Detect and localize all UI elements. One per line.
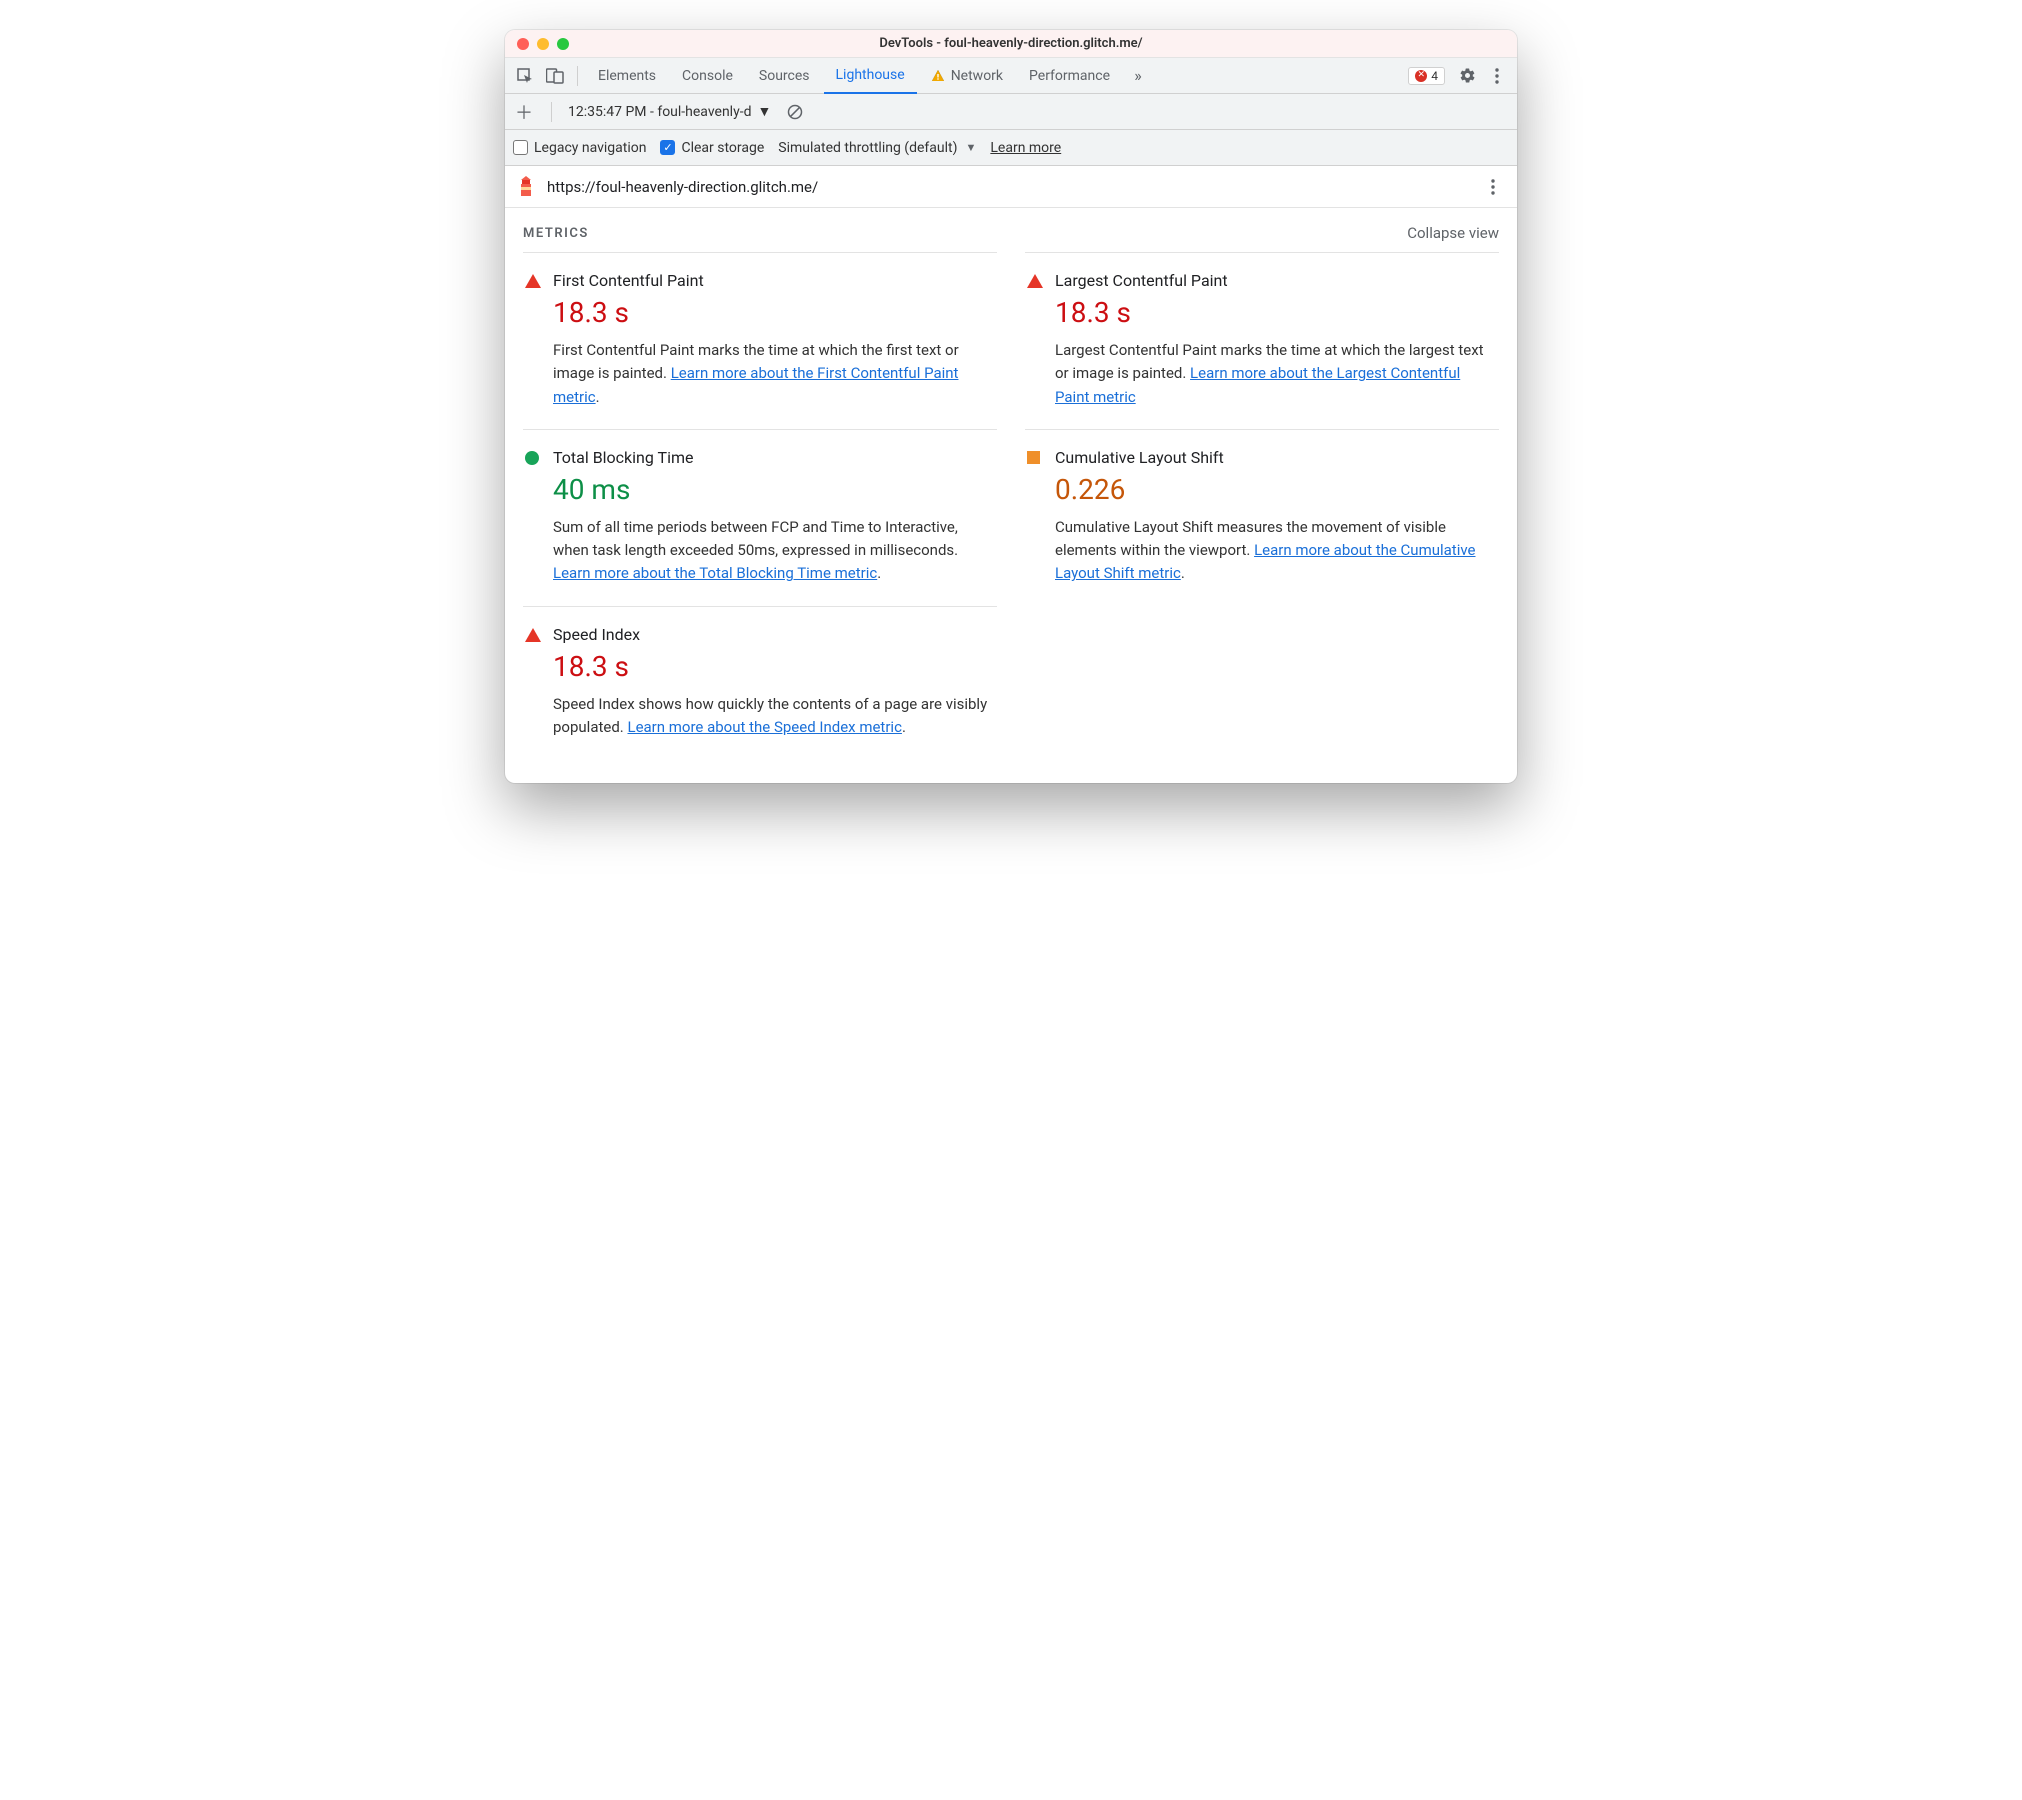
learn-more-link[interactable]: Learn more about the Cumulative Layout S… bbox=[1055, 541, 1476, 582]
report-menu-icon[interactable] bbox=[1479, 173, 1507, 201]
metric-title: Speed Index bbox=[553, 625, 995, 644]
device-toggle-icon[interactable] bbox=[541, 62, 569, 90]
collapse-view-button[interactable]: Collapse view bbox=[1407, 224, 1499, 242]
tab-label: Lighthouse bbox=[836, 67, 905, 83]
metric-value: 18.3 s bbox=[553, 650, 995, 683]
status-red-icon bbox=[525, 628, 541, 644]
metric-title: First Contentful Paint bbox=[553, 271, 995, 290]
metric-description: Sum of all time periods between FCP and … bbox=[553, 516, 995, 586]
throttle-label: Simulated throttling (default) bbox=[778, 140, 957, 156]
more-tabs-icon[interactable]: » bbox=[1124, 62, 1152, 90]
report-label: 12:35:47 PM - foul-heavenly-d bbox=[568, 104, 751, 120]
metric-description: First Contentful Paint marks the time at… bbox=[553, 339, 995, 409]
checkbox-label: Legacy navigation bbox=[534, 140, 646, 156]
kebab-menu-icon[interactable] bbox=[1483, 62, 1511, 90]
error-count-badge[interactable]: ✕ 4 bbox=[1408, 67, 1445, 85]
tab-network[interactable]: Network bbox=[919, 58, 1015, 93]
metric-title: Largest Contentful Paint bbox=[1055, 271, 1497, 290]
metrics-section: METRICS Collapse view First Contentful P… bbox=[505, 208, 1517, 783]
metric-body: Cumulative Layout Shift 0.226 Cumulative… bbox=[1055, 448, 1497, 586]
settings-gear-icon[interactable] bbox=[1453, 62, 1481, 90]
metric-value: 18.3 s bbox=[1055, 296, 1497, 329]
inspect-element-icon[interactable] bbox=[511, 62, 539, 90]
chevron-down-icon: ▼ bbox=[757, 103, 771, 120]
metric-card: Total Blocking Time 40 ms Sum of all tim… bbox=[523, 429, 997, 606]
tab-sources[interactable]: Sources bbox=[747, 58, 822, 93]
status-green-icon bbox=[525, 451, 541, 467]
devtools-tabs: Elements Console Sources Lighthouse Netw… bbox=[505, 58, 1517, 94]
warning-icon bbox=[931, 69, 945, 83]
traffic-lights bbox=[505, 38, 569, 50]
tab-elements[interactable]: Elements bbox=[586, 58, 668, 93]
status-orange-icon bbox=[1027, 451, 1043, 467]
metric-body: Total Blocking Time 40 ms Sum of all tim… bbox=[553, 448, 995, 586]
metrics-header: METRICS Collapse view bbox=[523, 224, 1499, 252]
metric-title: Cumulative Layout Shift bbox=[1055, 448, 1497, 467]
metric-description: Speed Index shows how quickly the conten… bbox=[553, 693, 995, 740]
minimize-window-button[interactable] bbox=[537, 38, 549, 50]
metrics-grid: First Contentful Paint 18.3 s First Cont… bbox=[523, 252, 1499, 759]
url-bar: https://foul-heavenly-direction.glitch.m… bbox=[505, 166, 1517, 208]
tab-console[interactable]: Console bbox=[670, 58, 745, 93]
report-selector[interactable]: 12:35:47 PM - foul-heavenly-d ▼ bbox=[568, 103, 771, 120]
devtools-window: DevTools - foul-heavenly-direction.glitc… bbox=[505, 30, 1517, 783]
metric-body: Largest Contentful Paint 18.3 s Largest … bbox=[1055, 271, 1497, 409]
learn-more-link[interactable]: Learn more about the Largest Contentful … bbox=[1055, 364, 1460, 405]
tab-label: Network bbox=[951, 68, 1003, 84]
tab-label: Sources bbox=[759, 68, 810, 84]
checkbox-label: Clear storage bbox=[681, 140, 764, 156]
clear-storage-checkbox[interactable]: ✓ Clear storage bbox=[660, 140, 764, 156]
learn-more-link[interactable]: Learn more about the Total Blocking Time… bbox=[553, 564, 877, 582]
window-title: DevTools - foul-heavenly-direction.glitc… bbox=[505, 36, 1517, 51]
learn-more-link[interactable]: Learn more about the First Contentful Pa… bbox=[553, 364, 958, 405]
metric-value: 0.226 bbox=[1055, 473, 1497, 506]
page-url: https://foul-heavenly-direction.glitch.m… bbox=[547, 178, 818, 196]
close-window-button[interactable] bbox=[517, 38, 529, 50]
settings-toolbar: Legacy navigation ✓ Clear storage Simula… bbox=[505, 130, 1517, 166]
metric-description: Largest Contentful Paint marks the time … bbox=[1055, 339, 1497, 409]
divider bbox=[551, 102, 552, 122]
clear-report-icon[interactable] bbox=[781, 98, 809, 126]
report-toolbar: ＋ 12:35:47 PM - foul-heavenly-d ▼ bbox=[505, 94, 1517, 130]
throttling-selector[interactable]: Simulated throttling (default) ▼ bbox=[778, 140, 976, 156]
learn-more-link[interactable]: Learn more about the Speed Index metric bbox=[627, 718, 901, 736]
maximize-window-button[interactable] bbox=[557, 38, 569, 50]
error-count: 4 bbox=[1431, 69, 1438, 83]
checkbox-icon bbox=[513, 140, 528, 155]
metric-body: First Contentful Paint 18.3 s First Cont… bbox=[553, 271, 995, 409]
legacy-nav-checkbox[interactable]: Legacy navigation bbox=[513, 140, 646, 156]
chevron-down-icon: ▼ bbox=[965, 141, 976, 154]
tab-label: Console bbox=[682, 68, 733, 84]
error-icon: ✕ bbox=[1415, 70, 1427, 82]
tab-label: Elements bbox=[598, 68, 656, 84]
metric-card: Cumulative Layout Shift 0.226 Cumulative… bbox=[1025, 429, 1499, 606]
titlebar: DevTools - foul-heavenly-direction.glitc… bbox=[505, 30, 1517, 58]
metric-description: Cumulative Layout Shift measures the mov… bbox=[1055, 516, 1497, 586]
metric-value: 40 ms bbox=[553, 473, 995, 506]
metric-card: Speed Index 18.3 s Speed Index shows how… bbox=[523, 606, 997, 760]
tab-label: Performance bbox=[1029, 68, 1110, 84]
lighthouse-logo-icon bbox=[515, 176, 537, 198]
learn-more-link[interactable]: Learn more bbox=[990, 140, 1061, 156]
status-red-icon bbox=[1027, 274, 1043, 290]
divider bbox=[577, 66, 578, 86]
metric-body: Speed Index 18.3 s Speed Index shows how… bbox=[553, 625, 995, 740]
new-report-button[interactable]: ＋ bbox=[513, 99, 535, 125]
metric-title: Total Blocking Time bbox=[553, 448, 995, 467]
tab-lighthouse[interactable]: Lighthouse bbox=[824, 59, 917, 94]
metric-card: Largest Contentful Paint 18.3 s Largest … bbox=[1025, 252, 1499, 429]
checkbox-checked-icon: ✓ bbox=[660, 140, 675, 155]
tab-performance[interactable]: Performance bbox=[1017, 58, 1122, 93]
metrics-title: METRICS bbox=[523, 226, 589, 241]
status-red-icon bbox=[525, 274, 541, 290]
metric-value: 18.3 s bbox=[553, 296, 995, 329]
metric-card: First Contentful Paint 18.3 s First Cont… bbox=[523, 252, 997, 429]
